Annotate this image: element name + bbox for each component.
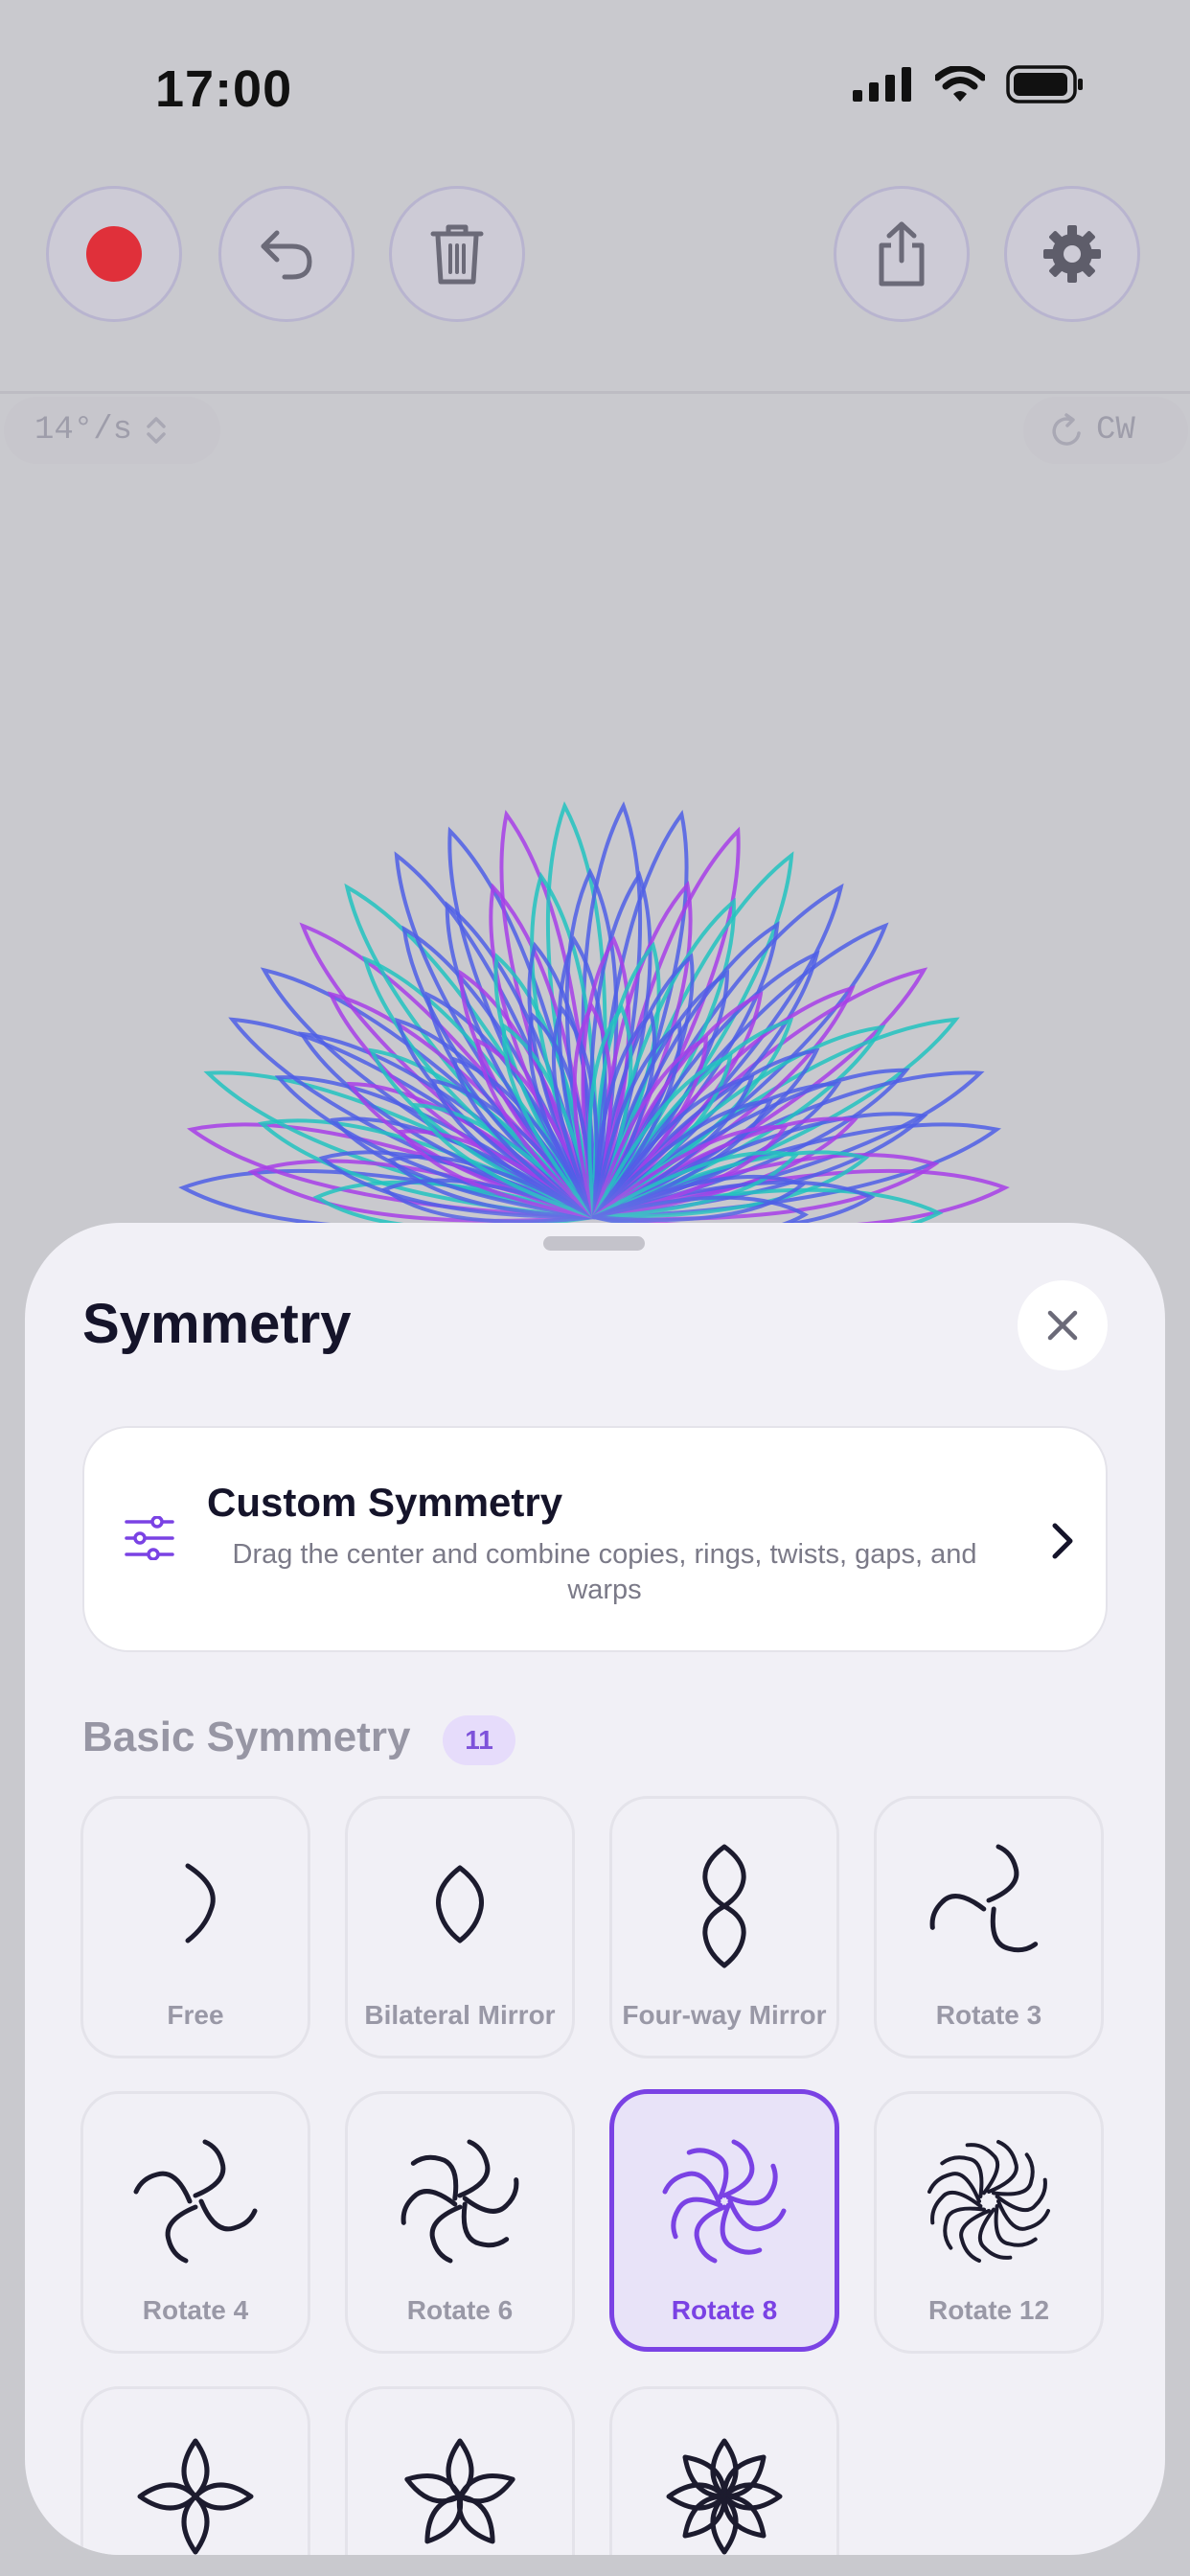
mode-label: Four-way Mirror (622, 2000, 827, 2030)
rotate-3-icon (929, 1844, 1039, 1953)
battery-icon (1006, 65, 1083, 104)
mode-label: Rotate 3 (935, 2000, 1042, 2030)
count-badge: 11 (443, 1715, 515, 1765)
custom-symmetry-card[interactable]: Custom Symmetry Drag the center and comb… (82, 1426, 1108, 1652)
gear-icon (1043, 225, 1101, 283)
mode-tile-flower-5[interactable] (345, 2386, 575, 2555)
rotation-direction-toggle[interactable]: CW (1023, 397, 1188, 464)
rotate-12-icon (927, 2140, 1050, 2263)
settings-button[interactable] (1004, 186, 1140, 322)
rotation-speed-control[interactable]: 14°/s (4, 397, 220, 464)
wifi-icon (935, 66, 985, 102)
status-bar: 17:00 (0, 0, 1190, 182)
status-time: 17:00 (155, 60, 293, 118)
rotate-4-icon (133, 2139, 258, 2264)
bilateral-mirror-icon (435, 1865, 485, 1944)
stepper-icon (147, 417, 166, 444)
status-icons (853, 65, 1085, 104)
share-icon (879, 221, 925, 287)
share-button[interactable] (834, 186, 970, 322)
mode-tile-rotate-6[interactable]: Rotate 6 (345, 2091, 575, 2354)
custom-symmetry-description: Drag the center and combine copies, ring… (232, 1539, 977, 1605)
mode-tile-flower-8[interactable] (609, 2386, 839, 2555)
toolbar-divider (0, 391, 1190, 394)
chevron-right-icon (1052, 1523, 1073, 1559)
record-icon (86, 226, 142, 282)
mode-tile-rotate-12[interactable]: Rotate 12 (874, 2091, 1104, 2354)
mode-tile-free[interactable]: Free (80, 1796, 310, 2058)
rotate-clockwise-icon (1052, 413, 1081, 446)
flower-5-petal-icon (404, 2438, 515, 2544)
sheet-grabber[interactable] (543, 1236, 645, 1251)
rotation-speed-value: 14°/s (34, 412, 133, 448)
free-stroke-icon (185, 1863, 216, 1944)
record-button[interactable] (46, 186, 182, 322)
sliders-icon (125, 1516, 174, 1560)
rotate-6-icon (400, 2139, 519, 2264)
section-title: Basic Symmetry (82, 1714, 411, 1760)
mode-tile-flower-4[interactable] (80, 2386, 310, 2555)
mode-tile-bilateral-mirror[interactable]: Bilateral Mirror (345, 1796, 575, 2058)
close-button[interactable] (1018, 1280, 1108, 1370)
rotate-8-icon (662, 2139, 787, 2264)
mode-tile-four-way-mirror[interactable]: Four-way Mirror (609, 1796, 839, 2058)
close-icon (1047, 1310, 1078, 1341)
cellular-signal-icon (853, 67, 911, 102)
undo-icon (261, 230, 312, 280)
mode-label: Rotate 12 (927, 2295, 1050, 2325)
four-way-mirror-icon (702, 1844, 746, 1968)
flower-8-petal-icon (666, 2438, 783, 2555)
mode-tile-rotate-4[interactable]: Rotate 4 (80, 2091, 310, 2354)
trash-button[interactable] (389, 186, 525, 322)
kaleidoscope-drawing (178, 801, 1010, 1227)
custom-symmetry-title: Custom Symmetry (207, 1480, 563, 1525)
mode-label: Free (167, 2000, 224, 2030)
mode-label: Rotate 8 (671, 2295, 778, 2325)
mode-label: Rotate 6 (406, 2295, 514, 2325)
undo-button[interactable] (218, 186, 355, 322)
mode-label: Rotate 4 (142, 2295, 249, 2325)
trash-icon (430, 224, 484, 285)
rotation-direction-label: CW (1096, 412, 1135, 448)
mode-tile-rotate-3[interactable]: Rotate 3 (874, 1796, 1104, 2058)
mode-tile-rotate-8[interactable]: Rotate 8 (609, 2089, 839, 2352)
mode-label: Bilateral Mirror (364, 2000, 556, 2030)
sheet-title: Symmetry (82, 1293, 352, 1355)
symmetry-sheet: Symmetry Custom Symmetry Drag the center… (25, 1223, 1165, 2555)
flower-4-petal-icon (137, 2438, 254, 2555)
